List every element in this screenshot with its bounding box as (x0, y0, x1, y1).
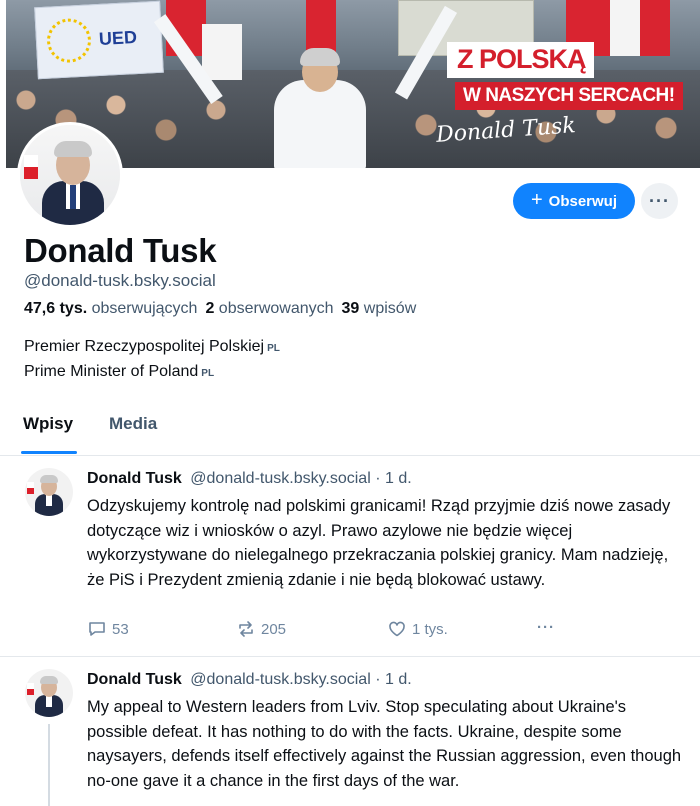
language-tag: PL (267, 343, 280, 354)
post-header: Donald Tusk @donald-tusk.bsky.social · 1… (87, 470, 412, 488)
profile-name: Donald Tusk (24, 232, 217, 269)
reply-icon (89, 622, 105, 636)
followers-label: obserwujących (91, 300, 198, 317)
post-handle[interactable]: @donald-tusk.bsky.social (190, 470, 370, 487)
post-avatar[interactable] (25, 669, 73, 717)
ellipsis-icon: ··· (649, 190, 670, 211)
posts-count: 39 (341, 300, 360, 317)
repost-button[interactable]: 205 (236, 619, 286, 639)
polish-flag-icon (24, 155, 38, 179)
following-stat[interactable]: 2 obserwowanych (205, 300, 333, 318)
follow-button-label: Obserwuj (548, 192, 618, 210)
reply-button[interactable]: 53 (87, 619, 129, 639)
post-handle[interactable]: @donald-tusk.bsky.social (190, 671, 370, 688)
repost-count: 205 (261, 620, 287, 638)
posts-label: wpisów (363, 300, 417, 317)
bio-line: Prime Minister of Poland (24, 363, 199, 380)
polish-flag-icon (27, 683, 34, 695)
feed-post[interactable]: Donald Tusk @donald-tusk.bsky.social · 1… (0, 457, 700, 657)
profile-stats: 47,6 tys. obserwujących 2 obserwowanych … (24, 300, 416, 318)
followers-count: 47,6 tys. (24, 300, 88, 317)
eu-stars-icon (45, 17, 93, 64)
tab-media[interactable]: Media (109, 414, 157, 434)
following-label: obserwowanych (218, 300, 334, 317)
post-separator: · (375, 470, 381, 487)
tab-posts[interactable]: Wpisy (23, 414, 73, 434)
profile-bio: Premier Rzeczypospolitej Polskiej PL Prim… (24, 335, 280, 385)
post-author[interactable]: Donald Tusk (87, 470, 182, 487)
post-time[interactable]: 1 d. (385, 671, 412, 688)
like-button[interactable]: 1 tys. (387, 619, 448, 639)
post-actions: 53 205 1 tys. ··· (87, 619, 567, 643)
banner-flag (610, 0, 640, 56)
feed-post[interactable]: Donald Tusk @donald-tusk.bsky.social · 1… (0, 658, 700, 806)
post-more-button[interactable]: ··· (537, 619, 555, 636)
thread-line (48, 724, 50, 806)
follow-button[interactable]: + Obserwuj (513, 183, 635, 219)
followers-stat[interactable]: 47,6 tys. obserwujących (24, 300, 197, 318)
bio-line: Premier Rzeczypospolitej Polskiej (24, 338, 265, 355)
profile-handle: @donald-tusk.bsky.social (24, 271, 216, 290)
banner-person (153, 5, 458, 168)
profile-avatar[interactable] (17, 122, 123, 228)
repost-icon (239, 621, 253, 637)
post-time[interactable]: 1 d. (385, 470, 412, 487)
post-separator: · (375, 671, 381, 688)
profile-more-button[interactable]: ··· (641, 183, 678, 219)
heart-icon (389, 621, 405, 637)
banner-flag (640, 0, 670, 56)
ued-flag-text: UED (98, 27, 138, 49)
post-avatar[interactable] (25, 468, 73, 516)
active-tab-indicator (21, 451, 77, 454)
posts-stat: 39 wpisów (342, 300, 417, 318)
post-header: Donald Tusk @donald-tusk.bsky.social · 1… (87, 671, 412, 689)
ued-flag: UED (34, 0, 164, 80)
post-text: Odzyskujemy kontrolę nad polskimi granic… (87, 497, 671, 589)
polish-flag-icon (27, 482, 34, 494)
ellipsis-icon: ··· (537, 619, 555, 636)
post-text: My appeal to Western leaders from Lviv. … (87, 698, 682, 790)
banner-slogan-line2: W NASZYCH SERCACH! (455, 82, 683, 110)
like-count: 1 tys. (412, 620, 448, 638)
following-count: 2 (205, 300, 215, 317)
banner-slogan-line1: Z POLSKĄ (447, 42, 594, 78)
plus-icon: + (530, 189, 543, 211)
reply-count: 53 (112, 620, 129, 638)
language-tag: PL (201, 368, 215, 379)
banner-flag (202, 24, 242, 80)
post-author[interactable]: Donald Tusk (87, 671, 182, 688)
profile-tabs: Wpisy Media (0, 400, 700, 456)
